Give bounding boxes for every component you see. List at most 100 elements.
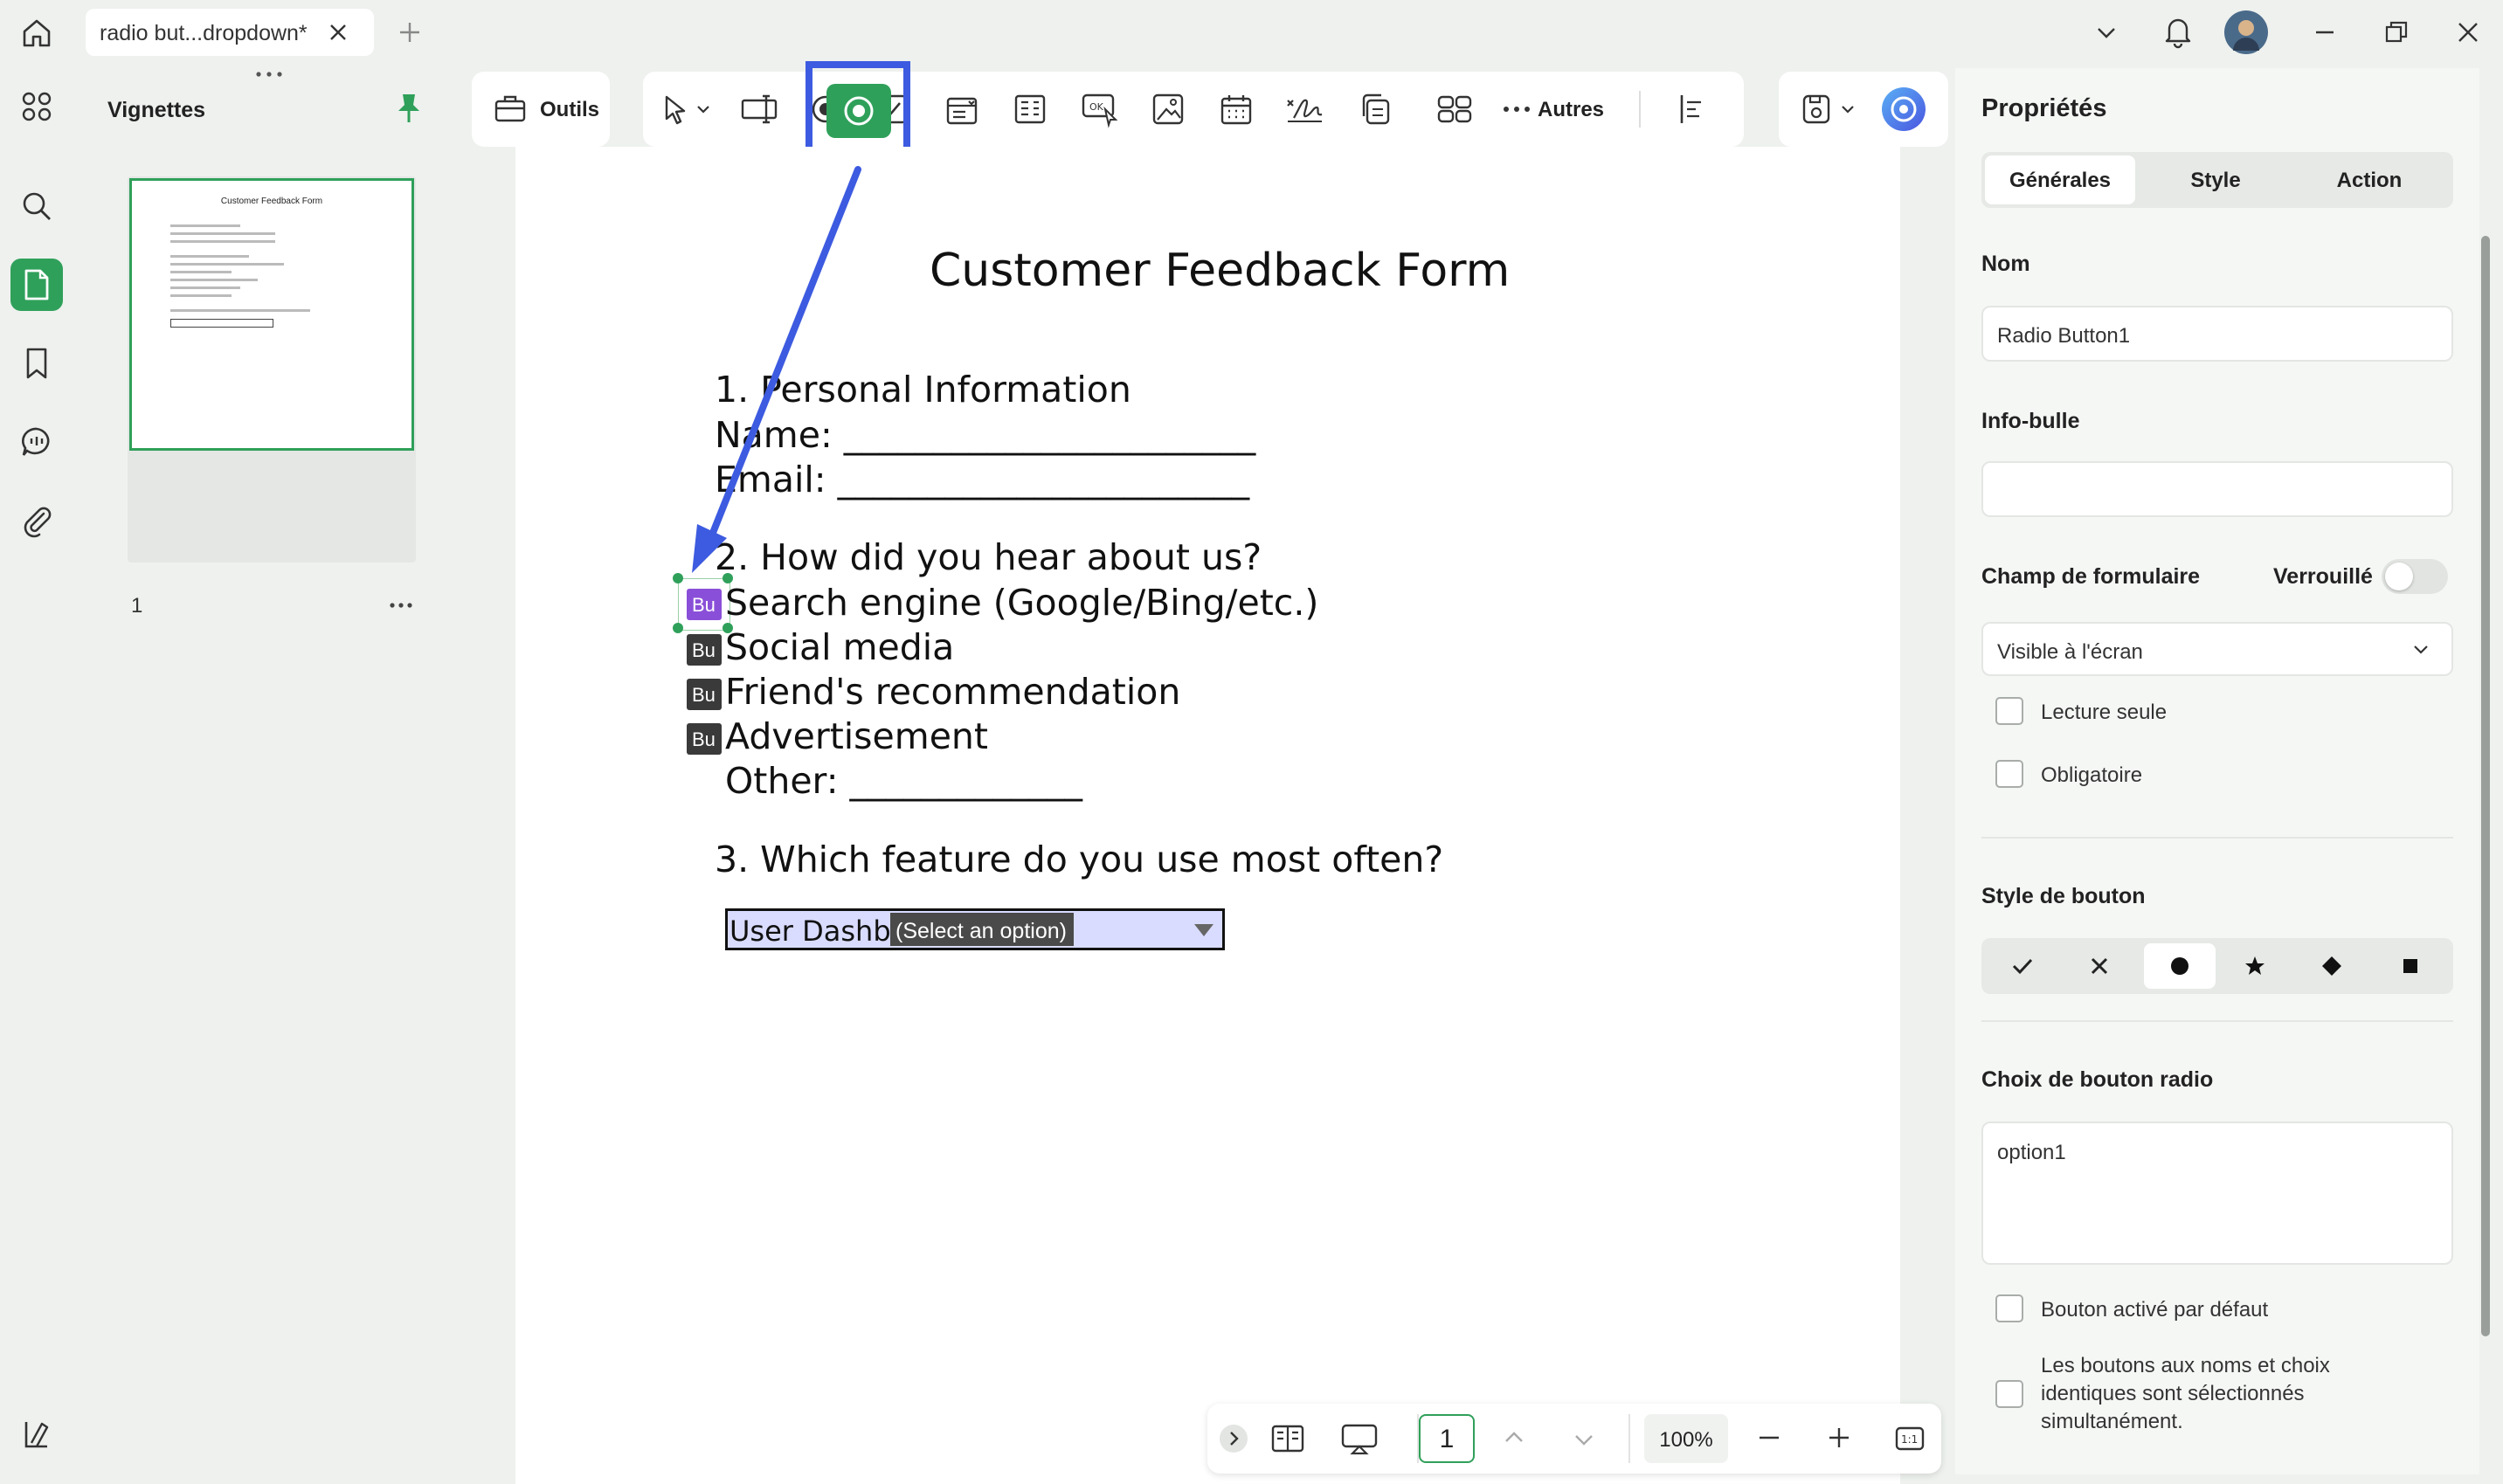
document-title: Customer Feedback Form bbox=[930, 245, 1511, 297]
locked-toggle[interactable] bbox=[2382, 559, 2448, 594]
default-on-checkbox[interactable] bbox=[1995, 1294, 2023, 1322]
tooltip-label: Info-bulle bbox=[1981, 409, 2080, 433]
star-icon[interactable] bbox=[2226, 949, 2284, 984]
dropdown-placeholder: (Select an option) bbox=[890, 913, 1074, 946]
visibility-select[interactable]: Visible à l'écran bbox=[1981, 622, 2453, 676]
search-icon[interactable] bbox=[10, 180, 63, 232]
radio-button[interactable]: Bu bbox=[687, 634, 722, 666]
apps-grid-icon[interactable] bbox=[10, 80, 63, 133]
save-chevron-icon[interactable] bbox=[1836, 89, 1859, 129]
avatar[interactable] bbox=[2224, 10, 2268, 54]
more-options-icon[interactable] bbox=[388, 601, 414, 610]
same-name-checkbox[interactable] bbox=[1995, 1380, 2023, 1408]
select-arrow-icon[interactable] bbox=[655, 89, 695, 129]
tools-label[interactable]: Outils bbox=[540, 98, 599, 122]
properties-scrollbar[interactable] bbox=[2481, 236, 2490, 1336]
toolbar-divider bbox=[1639, 91, 1641, 128]
presentation-icon[interactable] bbox=[1340, 1421, 1379, 1456]
radio-choice-textarea[interactable]: option1 bbox=[1981, 1122, 2453, 1265]
divider bbox=[1628, 1414, 1630, 1463]
previous-page-icon[interactable] bbox=[1499, 1423, 1529, 1453]
radio-button[interactable]: Bu bbox=[687, 679, 722, 710]
form-toolbar: Outils OK Autres bbox=[472, 72, 1948, 147]
page-navigation-bar: 1 100% 1:1 bbox=[1207, 1404, 1941, 1474]
signature-icon[interactable] bbox=[1284, 89, 1324, 129]
minimize-icon[interactable] bbox=[2312, 19, 2338, 45]
grid-layout-icon[interactable] bbox=[1435, 89, 1475, 129]
thumbnails-pane: Vignettes Customer Feedback Form 1 bbox=[80, 68, 460, 1474]
document-tab-label: radio but...dropdown* bbox=[100, 21, 308, 45]
readonly-checkbox[interactable] bbox=[1995, 697, 2023, 725]
actual-size-icon[interactable]: 1:1 bbox=[1894, 1423, 1926, 1454]
new-tab-icon[interactable] bbox=[397, 19, 423, 45]
more-icon[interactable] bbox=[1499, 89, 1534, 129]
radio-button-selected[interactable]: Bu bbox=[687, 589, 722, 620]
select-dropdown-chevron-icon[interactable] bbox=[692, 89, 715, 129]
more-label[interactable]: Autres bbox=[1538, 98, 1604, 122]
calendar-icon[interactable] bbox=[1216, 89, 1256, 129]
library-icon[interactable] bbox=[10, 1408, 63, 1460]
default-on-label: Bouton activé par défaut bbox=[2041, 1298, 2269, 1322]
restore-icon[interactable] bbox=[2383, 19, 2410, 45]
align-left-icon[interactable] bbox=[1672, 89, 1712, 129]
same-name-label-line2: identiques sont sélectionnés bbox=[2041, 1382, 2305, 1405]
drag-handle-icon[interactable] bbox=[253, 70, 285, 79]
option-label: Search engine (Google/Bing/etc.) bbox=[725, 582, 1319, 624]
square-icon[interactable] bbox=[2382, 949, 2439, 984]
thumbnails-title: Vignettes bbox=[107, 98, 206, 122]
tooltip-input[interactable] bbox=[1981, 461, 2453, 517]
page-thumbnail[interactable]: Customer Feedback Form bbox=[129, 178, 414, 451]
pages-icon[interactable] bbox=[10, 259, 63, 311]
properties-tabs: Générales Style Action bbox=[1981, 152, 2453, 208]
next-page-icon[interactable] bbox=[1569, 1425, 1599, 1454]
expand-icon[interactable] bbox=[1220, 1425, 1248, 1453]
dropdown-arrow-icon[interactable] bbox=[1193, 921, 1215, 939]
zoom-in-icon[interactable] bbox=[1824, 1423, 1854, 1453]
radio-button[interactable]: Bu bbox=[687, 723, 722, 755]
close-tab-icon[interactable] bbox=[327, 21, 349, 44]
radio-button-tool-active[interactable] bbox=[826, 84, 891, 138]
check-icon[interactable] bbox=[1994, 949, 2051, 984]
list-box-icon[interactable] bbox=[1010, 89, 1050, 129]
toolbox-icon[interactable] bbox=[493, 91, 528, 126]
pin-icon[interactable] bbox=[393, 91, 425, 126]
diamond-icon[interactable] bbox=[2303, 949, 2361, 984]
bookmark-icon[interactable] bbox=[10, 337, 63, 390]
document-tab[interactable]: radio but...dropdown* bbox=[86, 9, 374, 56]
button-style-label: Style de bouton bbox=[1981, 884, 2146, 908]
close-window-icon[interactable] bbox=[2455, 19, 2481, 45]
name-input[interactable]: Radio Button1 bbox=[1981, 306, 2453, 362]
image-field-icon[interactable] bbox=[1148, 89, 1188, 129]
save-icon[interactable] bbox=[1796, 89, 1836, 129]
tab-general[interactable]: Générales bbox=[1985, 155, 2135, 204]
comment-icon[interactable] bbox=[10, 416, 63, 468]
bell-icon[interactable] bbox=[2161, 14, 2195, 49]
toggle-knob bbox=[2385, 563, 2413, 590]
push-button-icon[interactable]: OK bbox=[1080, 89, 1120, 129]
chevron-down-icon[interactable] bbox=[2093, 19, 2119, 45]
tab-action[interactable]: Action bbox=[2294, 155, 2444, 204]
zoom-out-icon[interactable] bbox=[1754, 1423, 1784, 1453]
two-page-view-icon[interactable] bbox=[1270, 1421, 1305, 1456]
circle-icon[interactable] bbox=[2144, 943, 2216, 989]
feature-dropdown[interactable]: User Dashbo (Select an option) bbox=[725, 908, 1225, 950]
divider bbox=[1981, 1020, 2453, 1022]
other-field-line: Other: _____________ bbox=[725, 760, 1083, 802]
svg-text:1:1: 1:1 bbox=[1901, 1433, 1918, 1446]
duplicate-icon[interactable] bbox=[1356, 89, 1396, 129]
text-field-icon[interactable] bbox=[739, 89, 779, 129]
cross-icon[interactable] bbox=[2071, 949, 2128, 984]
combo-box-icon[interactable] bbox=[942, 89, 982, 129]
visibility-select-value: Visible à l'écran bbox=[1997, 640, 2143, 664]
ai-assistant-icon[interactable] bbox=[1882, 87, 1926, 131]
readonly-label: Lecture seule bbox=[2041, 701, 2168, 724]
attachment-icon[interactable] bbox=[10, 494, 63, 547]
name-label: Nom bbox=[1981, 252, 2030, 276]
home-icon[interactable] bbox=[19, 16, 54, 51]
page-number-input[interactable]: 1 bbox=[1419, 1414, 1475, 1463]
zoom-level[interactable]: 100% bbox=[1644, 1414, 1728, 1463]
tab-style[interactable]: Style bbox=[2140, 155, 2291, 204]
required-checkbox[interactable] bbox=[1995, 760, 2023, 788]
option-label: Social media bbox=[725, 626, 955, 668]
resize-handle[interactable] bbox=[673, 623, 683, 633]
